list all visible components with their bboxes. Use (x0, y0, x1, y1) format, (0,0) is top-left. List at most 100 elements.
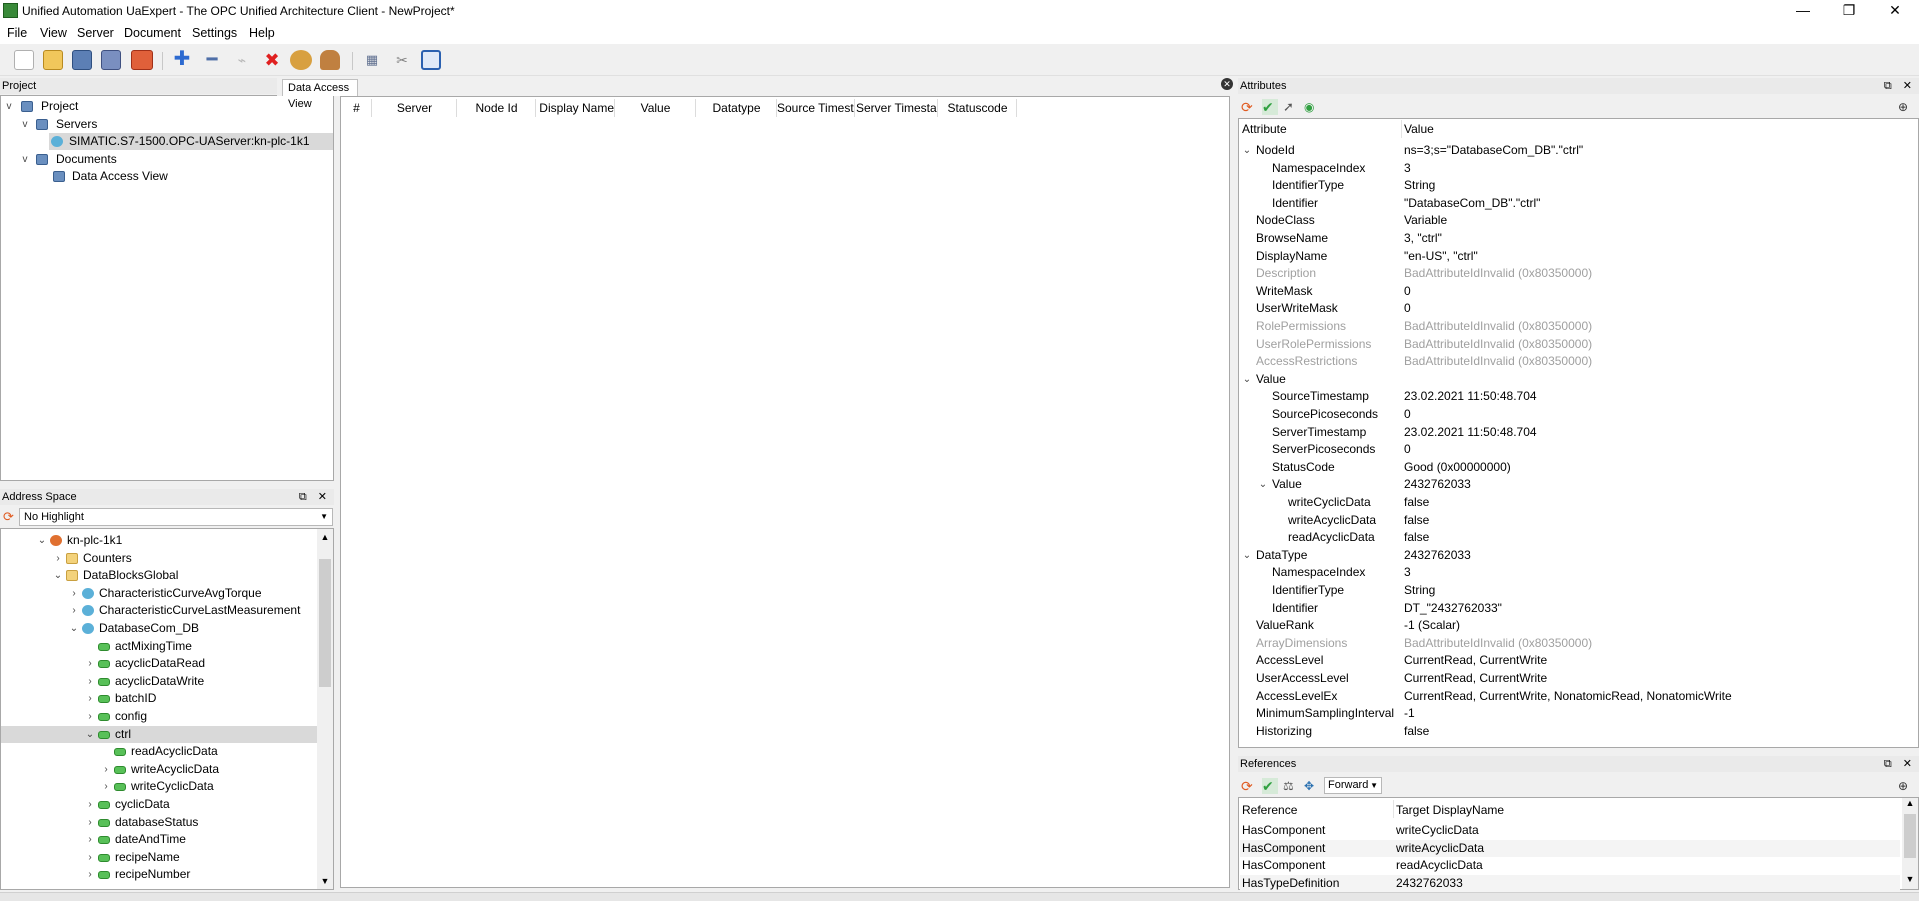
settings-wrench-icon[interactable] (290, 50, 312, 70)
address-space-item[interactable]: › CharacteristicCurveLastMeasurement (1, 602, 317, 619)
expand-icon[interactable]: › (69, 585, 79, 602)
attribute-row[interactable]: ⌄ NodeId ns=3;s="DatabaseCom_DB"."ctrl" (1240, 142, 1908, 160)
move-icon[interactable]: ✥ (1304, 778, 1320, 794)
add-icon[interactable]: ⊕ (1898, 99, 1914, 115)
expand-icon[interactable]: › (53, 550, 63, 567)
attribute-row[interactable]: NamespaceIndex 3 (1240, 564, 1908, 582)
column-header[interactable]: Server (373, 99, 457, 117)
connect-icon[interactable]: ⌁ (232, 50, 252, 70)
collapse-icon[interactable]: ⌄ (1258, 476, 1268, 493)
attribute-row[interactable]: StatusCode Good (0x00000000) (1240, 459, 1908, 477)
address-space-item[interactable]: › reserve (1, 884, 317, 889)
reference-row[interactable]: HasTypeDefinition 2432762033 (1240, 874, 1900, 892)
save-as-icon[interactable] (101, 50, 121, 70)
address-space-item[interactable]: › dateAndTime (1, 831, 317, 848)
remove-server-icon[interactable]: ━ (202, 50, 222, 70)
column-header[interactable]: Server Timestamp (856, 99, 938, 117)
collapse-icon[interactable]: ⌄ (37, 532, 47, 549)
check-icon[interactable]: ✔ (1262, 778, 1278, 794)
reference-row[interactable]: HasComponent readAcyclicData (1240, 857, 1900, 874)
collapse-icon[interactable]: ⌄ (1242, 142, 1252, 159)
menu-settings[interactable]: Settings (192, 26, 237, 40)
tree-item-server[interactable]: SIMATIC.S7-1500.OPC-UAServer:kn-plc-1k1 (49, 133, 333, 150)
column-header[interactable]: Datatype (697, 99, 777, 117)
address-space-item[interactable]: › config (1, 708, 317, 725)
expand-icon[interactable]: › (85, 884, 95, 889)
attribute-row[interactable]: UserRolePermissions BadAttributeIdInvalid… (1240, 336, 1908, 354)
check-icon[interactable]: ✔ (1262, 99, 1278, 115)
attribute-row[interactable]: ⌄ DataType 2432762033 (1240, 547, 1908, 565)
column-header[interactable]: Node Id (458, 99, 536, 117)
maximize-button[interactable]: ❐ (1826, 0, 1872, 22)
collapse-icon[interactable]: ⌄ (85, 726, 95, 743)
column-header[interactable]: Statuscode (939, 99, 1017, 117)
refresh-icon[interactable]: ⟳ (1241, 99, 1257, 115)
tree-item-servers[interactable]: v Servers (1, 116, 333, 133)
attribute-row[interactable]: writeCyclicData false (1240, 494, 1908, 512)
address-space-item[interactable]: › CharacteristicCurveAvgTorque (1, 585, 317, 602)
tree-item-data-access-view[interactable]: Data Access View (1, 168, 333, 185)
collapse-icon[interactable]: ⌄ (1242, 547, 1252, 564)
attribute-row[interactable]: ArrayDimensions BadAttributeIdInvalid (0x… (1240, 635, 1908, 653)
attribute-row[interactable]: MinimumSamplingInterval -1 (1240, 705, 1908, 723)
address-space-item[interactable]: › recipeName (1, 849, 317, 866)
new-project-icon[interactable] (14, 50, 34, 70)
reference-row[interactable]: HasComponent writeAcyclicData (1240, 839, 1900, 857)
column-header[interactable]: Source Timestamp (777, 99, 855, 117)
address-space-item[interactable]: › batchID (1, 690, 317, 707)
reference-row[interactable]: HasComponent writeCyclicData (1240, 822, 1900, 839)
address-space-item[interactable]: actMixingTime (1, 638, 317, 655)
attribute-row[interactable]: SourcePicoseconds 0 (1240, 406, 1908, 424)
expand-icon[interactable]: › (85, 849, 95, 866)
attribute-row[interactable]: Identifier "DatabaseCom_DB"."ctrl" (1240, 195, 1908, 213)
attribute-row[interactable]: DisplayName "en-US", "ctrl" (1240, 248, 1908, 266)
expand-icon[interactable]: › (85, 866, 95, 883)
column-header[interactable]: # (342, 99, 372, 117)
user-icon[interactable] (320, 50, 340, 70)
address-space-item[interactable]: › writeCyclicData (1, 778, 317, 795)
disconnect-icon[interactable]: ✖ (262, 50, 282, 70)
tab-data-access-view[interactable]: Data Access View (282, 79, 358, 110)
address-space-item[interactable]: ⌄ DataBlocksGlobal (1, 567, 317, 584)
panel-float-close-icon[interactable]: ⧉ ✕ (1884, 756, 1916, 772)
menu-view[interactable]: View (40, 26, 67, 40)
expand-icon[interactable]: › (101, 778, 111, 795)
window-layout-icon[interactable] (421, 50, 441, 70)
attribute-row[interactable]: AccessLevel CurrentRead, CurrentWrite (1240, 652, 1908, 670)
refresh-icon[interactable]: ⟳ (3, 510, 17, 524)
attribute-row[interactable]: Identifier DT_"2432762033" (1240, 600, 1908, 618)
monitor-icon[interactable]: ◉ (1304, 99, 1320, 115)
attribute-row[interactable]: IdentifierType String (1240, 582, 1908, 600)
attribute-row[interactable]: UserWriteMask 0 (1240, 300, 1908, 318)
expand-icon[interactable]: › (85, 708, 95, 725)
address-space-item[interactable]: › Counters (1, 550, 317, 567)
attribute-row[interactable]: AccessLevelEx CurrentRead, CurrentWrite, … (1240, 688, 1908, 706)
menu-file[interactable]: File (7, 26, 27, 40)
address-space-item[interactable]: › databaseStatus (1, 814, 317, 831)
menu-help[interactable]: Help (249, 26, 275, 40)
expand-icon[interactable]: › (85, 655, 95, 672)
attribute-row[interactable]: UserAccessLevel CurrentRead, CurrentWrite (1240, 670, 1908, 688)
address-space-item[interactable]: ⌄ DatabaseCom_DB (1, 620, 317, 637)
copy-icon[interactable]: ▦ (362, 50, 382, 70)
highlight-select[interactable]: No Highlight ▼ (19, 508, 333, 526)
attribute-row[interactable]: Historizing false (1240, 723, 1908, 741)
panel-float-close-icon[interactable]: ⧉ ✕ (1884, 78, 1916, 94)
attribute-row[interactable]: NamespaceIndex 3 (1240, 160, 1908, 178)
hierarchy-icon[interactable]: ⚖ (1283, 778, 1299, 794)
cut-icon[interactable]: ✂ (392, 50, 412, 70)
scrollbar[interactable]: ▲ ▼ (1902, 798, 1918, 889)
attribute-row[interactable]: SourceTimestamp 23.02.2021 11:50:48.704 (1240, 388, 1908, 406)
close-document-icon[interactable]: ✕ (1221, 78, 1233, 90)
cursor-icon[interactable]: ➚ (1283, 99, 1299, 115)
collapse-icon[interactable]: ⌄ (69, 620, 79, 637)
collapse-icon[interactable]: ⌄ (1242, 371, 1252, 388)
attribute-row[interactable]: ⌄ Value (1240, 371, 1908, 389)
close-button[interactable]: ✕ (1872, 0, 1918, 22)
expand-icon[interactable]: › (85, 673, 95, 690)
collapse-icon[interactable]: ⌄ (53, 567, 63, 584)
address-space-item[interactable]: ⌄ kn-plc-1k1 (1, 532, 317, 549)
attribute-row[interactable]: BrowseName 3, "ctrl" (1240, 230, 1908, 248)
panel-float-close-icon[interactable]: ⧉ ✕ (299, 489, 331, 505)
column-header[interactable]: Value (616, 99, 696, 117)
